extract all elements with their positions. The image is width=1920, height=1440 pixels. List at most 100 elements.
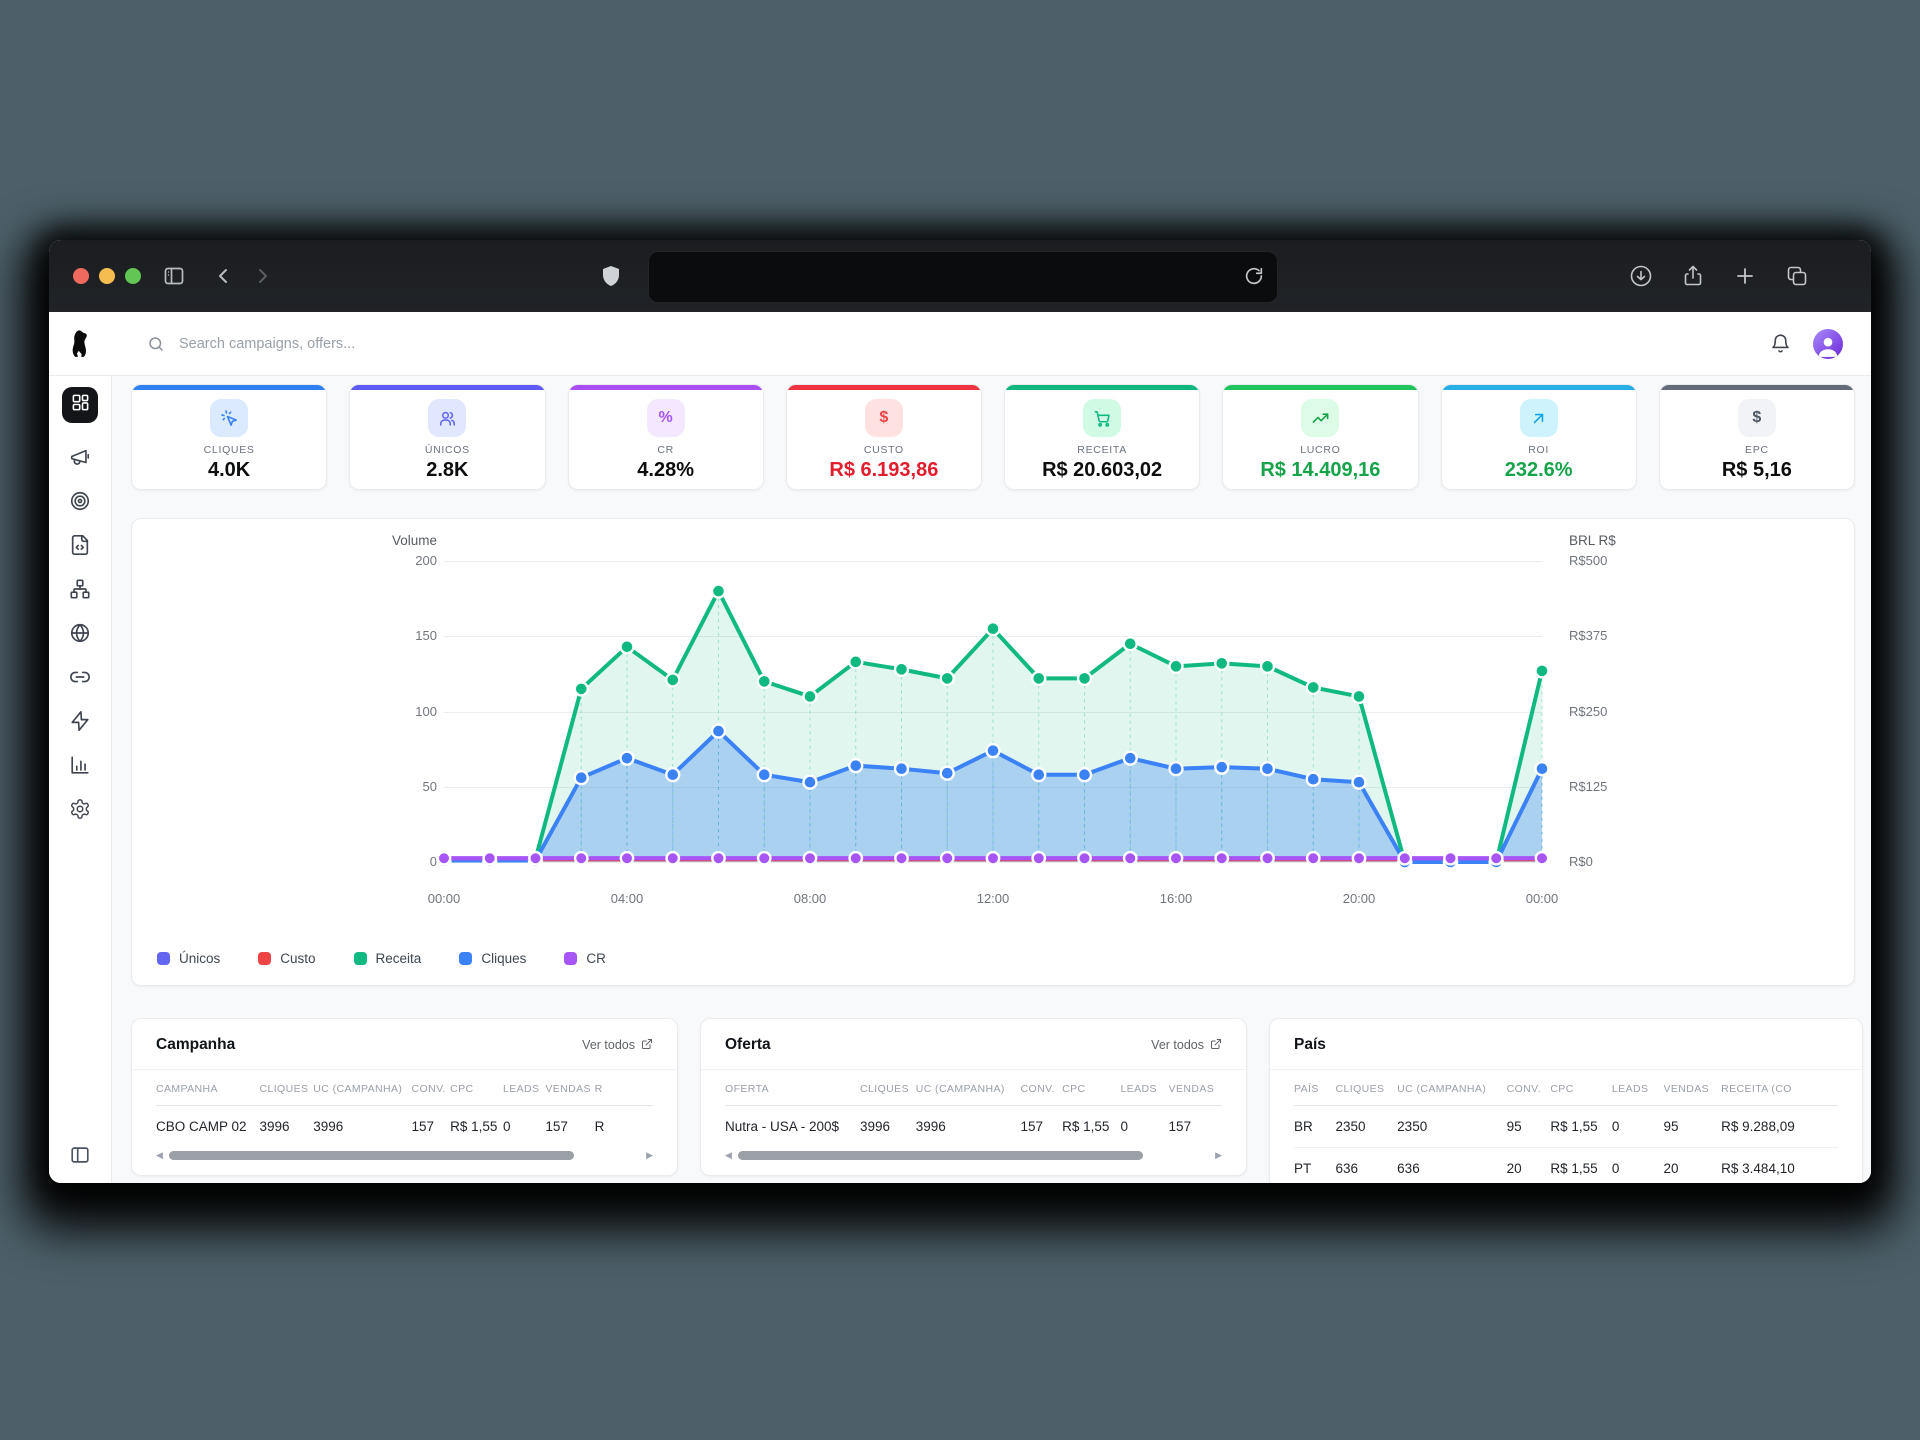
sidebar-item-target[interactable] (69, 490, 91, 512)
scroll-left-icon[interactable]: ◀ (725, 1151, 732, 1160)
sidebar-item-link[interactable] (69, 666, 91, 688)
breakdown-tables-row: CampanhaVer todosCAMPANHACLIQUESUC (CAMP… (131, 1018, 1855, 1183)
legend-item-cliques[interactable]: Cliques (459, 951, 526, 966)
address-bar[interactable] (648, 251, 1278, 303)
scrollbar-track[interactable] (738, 1151, 1209, 1160)
browser-window: `+` CLIQUES 4.0K ÚNICOS2.8K%CR4.28%$CUSTOR$… (49, 240, 1871, 1183)
right-axis-tick: R$500 (1569, 553, 1607, 568)
sidebar-item-zap[interactable] (69, 710, 91, 732)
kpi-card-epc[interactable]: $EPCR$ 5,16 (1659, 384, 1855, 490)
sidebar-toggle-icon[interactable] (162, 264, 186, 288)
sidebar-item-dashboard[interactable] (62, 387, 98, 423)
table-cell: 157 (545, 1106, 594, 1148)
sidebar-item-network[interactable] (69, 578, 91, 600)
kpi-value: R$ 20.603,02 (1005, 459, 1199, 482)
downloads-icon[interactable] (1629, 264, 1653, 288)
sidebar-item-file-code[interactable] (69, 534, 91, 556)
kpi-card-roi[interactable]: ROI232.6% (1441, 384, 1637, 490)
user-avatar[interactable] (1813, 329, 1843, 359)
horizontal-scrollbar[interactable]: ◀▶ (156, 1149, 653, 1161)
sidebar-item-settings[interactable] (69, 798, 91, 820)
column-header: VENDAS (545, 1070, 594, 1106)
external-link-icon (641, 1038, 653, 1053)
cursor-click-icon: `+` (210, 399, 248, 437)
sidebar-item-megaphone[interactable] (69, 446, 91, 468)
legend-swatch (157, 952, 170, 965)
zoom-window-button[interactable] (125, 268, 141, 284)
legend-item-cr[interactable]: CR (564, 951, 606, 966)
legend-item-receita[interactable]: Receita (354, 951, 422, 966)
forward-button[interactable] (251, 264, 275, 288)
table-row[interactable]: CBO CAMP 0239963996157R$ 1,550157R (156, 1106, 653, 1148)
kpi-accent-bar (1442, 385, 1636, 390)
kpi-card-custo[interactable]: $CUSTOR$ 6.193,86 (786, 384, 982, 490)
kpi-label: CLIQUES (132, 444, 326, 456)
table-row[interactable]: PT63663620R$ 1,55020R$ 3.484,10 (1294, 1148, 1838, 1184)
globe-icon (69, 622, 91, 644)
kpi-card-cr[interactable]: %CR4.28% (568, 384, 764, 490)
right-axis-tick: R$375 (1569, 628, 1607, 643)
kpi-cards-row: `+` CLIQUES 4.0K ÚNICOS2.8K%CR4.28%$CUSTOR$… (131, 384, 1855, 490)
column-header: UC (CAMPANHA) (313, 1070, 411, 1106)
table-scroll-region[interactable]: OFERTACLIQUESUC (CAMPANHA)CONV.CPCLEADSV… (701, 1070, 1246, 1147)
sidebar-item-bar-chart[interactable] (69, 754, 91, 776)
scrollbar-thumb[interactable] (169, 1151, 574, 1160)
collapse-sidebar-icon[interactable] (69, 1144, 91, 1166)
scroll-left-icon[interactable]: ◀ (156, 1151, 163, 1160)
traffic-chart (424, 541, 1564, 901)
share-icon[interactable] (1681, 264, 1705, 288)
scrollbar-thumb[interactable] (738, 1151, 1143, 1160)
shield-icon[interactable] (599, 264, 623, 288)
chart-legend: Únicos Custo Receita Cliques CR (157, 951, 606, 966)
table-cell: 157 (412, 1106, 451, 1148)
kpi-value: R$ 6.193,86 (787, 459, 981, 482)
scroll-right-icon[interactable]: ▶ (646, 1151, 653, 1160)
table-cell: CBO CAMP 02 (156, 1106, 260, 1148)
kpi-card-receita[interactable]: RECEITA R$ 20.603,02 (1004, 384, 1200, 490)
kpi-accent-bar (1223, 385, 1417, 390)
horizontal-scrollbar[interactable]: ◀▶ (725, 1149, 1222, 1161)
table-cell: 2350 (1336, 1106, 1398, 1148)
kpi-card-cliques[interactable]: `+` CLIQUES 4.0K (131, 384, 327, 490)
column-header: CONV. (1507, 1070, 1551, 1106)
legend-item-custo[interactable]: Custo (258, 951, 315, 966)
column-header: CLIQUES (1336, 1070, 1398, 1106)
close-window-button[interactable] (73, 268, 89, 284)
kpi-card-únicos[interactable]: ÚNICOS2.8K (349, 384, 545, 490)
minimize-window-button[interactable] (99, 268, 115, 284)
search-input[interactable] (177, 335, 601, 353)
kpi-value: R$ 5,16 (1660, 459, 1854, 482)
kpi-value: 4.0K (132, 459, 326, 482)
settings-icon (69, 798, 91, 820)
ver-todos-link[interactable]: Ver todos (1151, 1038, 1222, 1053)
table-title: Oferta (725, 1036, 771, 1054)
kpi-label: RECEITA (1005, 444, 1199, 456)
link-icon (69, 666, 91, 688)
legend-item-únicos[interactable]: Únicos (157, 951, 220, 966)
table-row[interactable]: BR2350235095R$ 1,55095R$ 9.288,09 (1294, 1106, 1838, 1148)
table-scroll-region[interactable]: CAMPANHACLIQUESUC (CAMPANHA)CONV.CPCLEAD… (132, 1070, 677, 1147)
app-logo[interactable] (49, 329, 111, 359)
column-header: LEADS (503, 1070, 545, 1106)
ver-todos-link[interactable]: Ver todos (582, 1038, 653, 1053)
reload-icon[interactable] (1243, 265, 1265, 287)
dollar-icon: $ (1738, 399, 1776, 437)
data-table: CAMPANHACLIQUESUC (CAMPANHA)CONV.CPCLEAD… (156, 1070, 653, 1147)
table-scroll-region[interactable]: PAÍSCLIQUESUC (CAMPANHA)CONV.CPCLEADSVEN… (1270, 1070, 1862, 1183)
tab-overview-icon[interactable] (1785, 264, 1809, 288)
sidebar-nav (49, 376, 112, 1183)
table-card-header: País (1270, 1019, 1862, 1070)
table-card-oferta: Oferta Ver todos OFERTACLIQUESUC (CAMPANHA… (700, 1018, 1247, 1176)
sidebar-item-globe[interactable] (69, 622, 91, 644)
column-header: UC (CAMPANHA) (916, 1070, 1021, 1106)
bar-chart-icon (69, 754, 91, 776)
file-code-icon (69, 534, 91, 556)
table-row[interactable]: Nutra - USA - 200$39963996157R$ 1,550157 (725, 1106, 1222, 1148)
kpi-card-lucro[interactable]: LUCROR$ 14.409,16 (1222, 384, 1418, 490)
back-button[interactable] (211, 264, 235, 288)
new-tab-icon[interactable] (1733, 264, 1757, 288)
scroll-right-icon[interactable]: ▶ (1215, 1151, 1222, 1160)
kpi-accent-bar (1005, 385, 1199, 390)
notifications-bell-icon[interactable] (1770, 333, 1791, 354)
scrollbar-track[interactable] (169, 1151, 640, 1160)
